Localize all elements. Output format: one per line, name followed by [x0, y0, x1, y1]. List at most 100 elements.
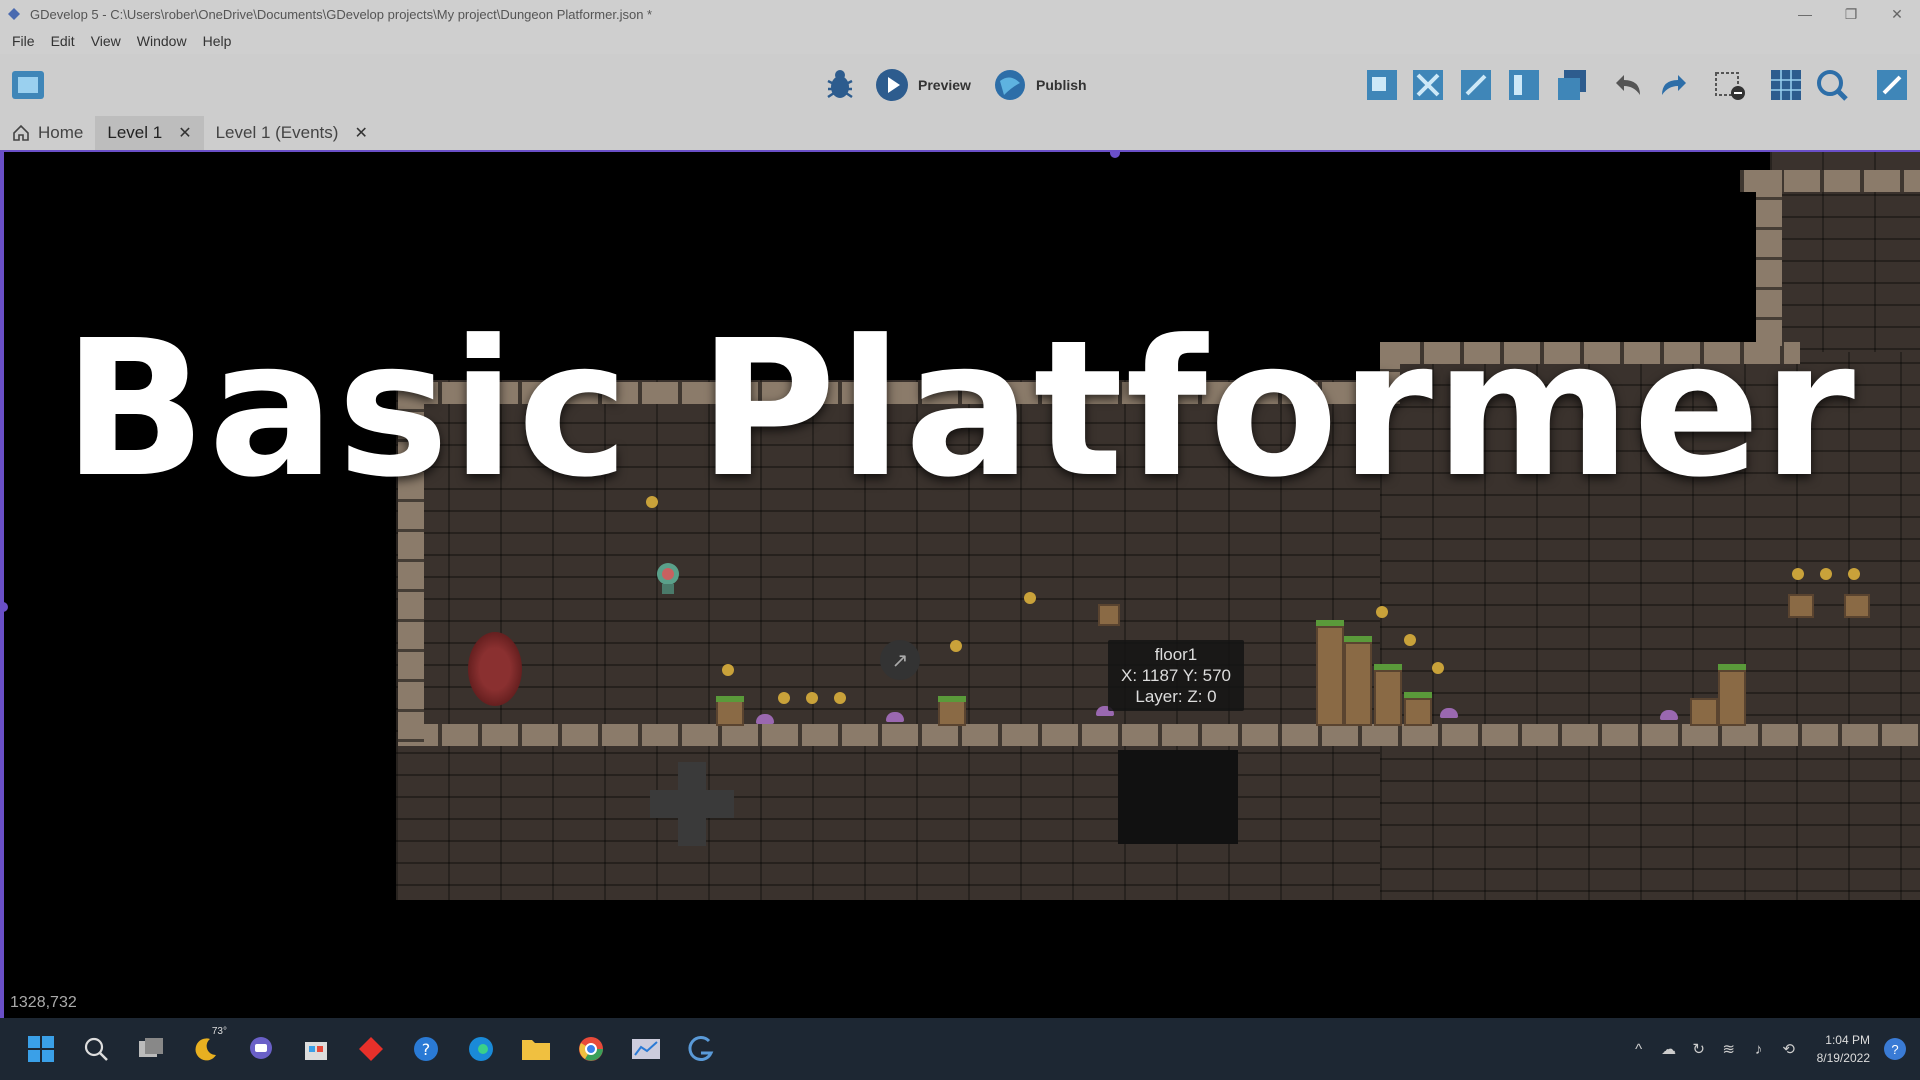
taskbar-clock[interactable]: 1:04 PM 8/19/2022 — [1817, 1031, 1870, 1067]
properties-edit-icon — [1461, 70, 1491, 100]
tab-level-1-events[interactable]: Level 1 (Events) ✕ — [204, 116, 380, 150]
scene-properties-button[interactable] — [1874, 64, 1910, 106]
teams-chat-button[interactable] — [244, 1032, 278, 1066]
chrome-browser-button[interactable] — [574, 1032, 608, 1066]
crate — [938, 700, 966, 726]
open-objects-panel-button[interactable] — [1364, 64, 1400, 106]
edge-browser-button[interactable] — [464, 1032, 498, 1066]
close-tab-level-1-events-button[interactable]: ✕ — [354, 123, 367, 143]
instances-list-icon — [1509, 70, 1539, 100]
grass-tile — [938, 696, 966, 702]
zoom-button[interactable] — [1814, 64, 1850, 106]
task-view-button[interactable] — [134, 1032, 168, 1066]
open-object-groups-button[interactable] — [1410, 64, 1446, 106]
exit-portal — [468, 632, 522, 706]
globe-icon — [995, 70, 1025, 100]
cursor-coordinates: 1328,732 — [10, 994, 77, 1011]
moon-weather-icon — [195, 1038, 216, 1061]
menu-help[interactable]: Help — [195, 33, 240, 49]
menu-file[interactable]: File — [4, 33, 43, 49]
sync-icon[interactable]: ↻ — [1689, 1039, 1709, 1059]
slime-enemy — [756, 714, 774, 724]
crate — [1788, 594, 1814, 618]
project-manager-icon — [12, 71, 44, 99]
project-manager-button[interactable] — [10, 64, 46, 106]
help-app-button[interactable]: ? — [409, 1032, 443, 1066]
scene-boundary-handle[interactable] — [1110, 152, 1120, 158]
menu-window[interactable]: Window — [129, 33, 195, 49]
coin — [778, 692, 790, 704]
preview-button[interactable]: Preview — [874, 64, 971, 106]
monitor-chart-icon — [632, 1039, 660, 1059]
layers-icon — [1558, 70, 1586, 100]
tab-home[interactable]: Home — [0, 116, 95, 150]
svg-text:?: ? — [422, 1040, 431, 1059]
volume-icon[interactable]: ♪ — [1749, 1039, 1769, 1059]
open-properties-button[interactable] — [1458, 64, 1494, 106]
windows-taskbar: 73° ? ^ ☁ ↻ ≋ ♪ ⟲ 1:04 PM 8/19/2022 ? — [0, 1018, 1920, 1080]
preview-label: Preview — [918, 77, 971, 93]
objects-panel-icon — [1367, 70, 1397, 100]
open-instances-list-button[interactable] — [1506, 64, 1542, 106]
instance-info-tooltip: floor1 X: 1187 Y: 570 Layer: Z: 0 — [1108, 640, 1244, 711]
tab-level-1-label: Level 1 — [107, 123, 163, 142]
crate — [1098, 604, 1120, 626]
minimize-button[interactable]: — — [1782, 0, 1828, 28]
tooltip-layer: Layer: Z: 0 — [1135, 687, 1217, 706]
coin — [722, 664, 734, 676]
taskbar-search-button[interactable] — [79, 1032, 113, 1066]
start-button[interactable] — [24, 1032, 58, 1066]
delete-selection-button[interactable] — [1712, 64, 1748, 106]
zoom-icon — [1817, 70, 1848, 101]
title-bar: GDevelop 5 - C:\Users\rober\OneDrive\Doc… — [0, 0, 1920, 28]
windows-logo-icon — [28, 1036, 54, 1062]
redo-button[interactable] — [1656, 64, 1692, 106]
refresh-icon[interactable]: ⟲ — [1779, 1039, 1799, 1059]
undo-button[interactable] — [1610, 64, 1646, 106]
play-icon — [876, 69, 908, 101]
folder-icon — [522, 1040, 550, 1060]
coin — [950, 640, 962, 652]
scene-editor-canvas[interactable]: ↗ floor1 X: 1187 Y: 570 Layer: Z: 0 1328… — [0, 152, 1920, 1018]
weather-widget[interactable]: 73° — [189, 1026, 227, 1066]
system-tray: ^ ☁ ↻ ≋ ♪ ⟲ 1:04 PM 8/19/2022 ? — [1629, 1018, 1920, 1080]
wifi-icon[interactable]: ≋ — [1719, 1039, 1739, 1059]
open-layers-button[interactable] — [1554, 64, 1590, 106]
gdevelop-app-icon — [8, 8, 20, 20]
menu-edit[interactable]: Edit — [43, 33, 83, 49]
grass-tile — [1316, 620, 1344, 626]
clock-time: 1:04 PM — [1825, 1033, 1870, 1047]
close-window-button[interactable]: ✕ — [1874, 0, 1920, 28]
chrome-icon — [579, 1037, 603, 1061]
tab-level-1[interactable]: Level 1 ✕ — [95, 116, 204, 150]
menu-view[interactable]: View — [83, 33, 129, 49]
edit-icon — [1877, 70, 1907, 100]
notification-center-icon[interactable]: ? — [1884, 1038, 1906, 1060]
slime-enemy — [1660, 710, 1678, 720]
show-hidden-icons-chevron-icon[interactable]: ^ — [1629, 1039, 1649, 1059]
close-tab-level-1-button[interactable]: ✕ — [178, 123, 191, 143]
gdevelop-icon — [688, 1036, 714, 1061]
maximize-button[interactable]: ❐ — [1828, 0, 1874, 28]
publish-button[interactable]: Publish — [992, 64, 1087, 106]
store-icon — [305, 1042, 327, 1060]
task-view-icon — [139, 1038, 163, 1057]
store-button[interactable] — [299, 1032, 333, 1066]
gdevelop-taskbar-button[interactable] — [684, 1032, 718, 1066]
app-red-diamond-button[interactable] — [354, 1032, 388, 1066]
debug-button[interactable] — [822, 64, 858, 106]
chat-icon — [250, 1037, 272, 1059]
toggle-grid-button[interactable] — [1768, 64, 1804, 106]
onedrive-cloud-icon[interactable]: ☁ — [1659, 1039, 1679, 1059]
red-diamond-icon — [359, 1037, 383, 1061]
grid-icon — [1771, 70, 1801, 100]
grass-tile — [716, 696, 744, 702]
player-character-icon — [657, 563, 679, 594]
scene-boundary-handle[interactable] — [0, 602, 8, 612]
coin — [1820, 568, 1832, 580]
tab-home-label: Home — [38, 123, 84, 142]
file-explorer-button[interactable] — [519, 1032, 553, 1066]
grass-tile — [1374, 664, 1402, 670]
system-app-button[interactable] — [629, 1032, 663, 1066]
slime-enemy — [1440, 708, 1458, 718]
